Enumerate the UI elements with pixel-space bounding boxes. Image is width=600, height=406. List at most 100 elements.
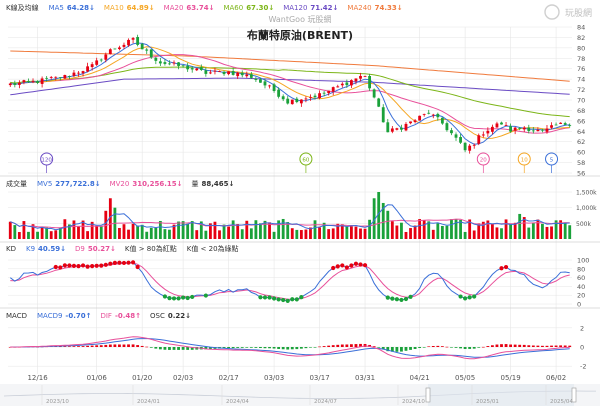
candle-body [454, 134, 458, 138]
osc-bar [418, 347, 422, 348]
osc-bar [227, 347, 231, 349]
volume-bar [363, 228, 367, 239]
kd-overbought-dot [353, 261, 359, 266]
osc-bar [304, 347, 308, 349]
date-tick-label: 04/21 [410, 374, 430, 382]
candle-body [354, 78, 358, 82]
candle-body [513, 127, 517, 131]
kd-overbought-dot [121, 260, 127, 266]
kd-overbought-dot [358, 262, 363, 267]
candle-body [113, 48, 117, 50]
candle-body [22, 80, 26, 83]
candle-body [550, 125, 553, 128]
osc-bar [77, 346, 80, 347]
osc-bar [531, 345, 535, 347]
volume-bar [40, 227, 44, 239]
osc-bar [490, 345, 494, 347]
legend-macd9-value: -0.70↑ [65, 312, 91, 320]
kd-overbought-dot [331, 265, 336, 271]
candle-body [249, 74, 253, 78]
volume-bar [459, 219, 462, 239]
osc-bar [90, 345, 94, 347]
osc-bar [541, 345, 544, 347]
candle-body [568, 125, 572, 126]
candle-body [195, 68, 199, 71]
volume-bar [254, 220, 258, 239]
legend-k9-value: 40.59↓ [38, 245, 66, 253]
event-marker-label: 60 [302, 157, 309, 163]
candle-body [486, 130, 490, 134]
ma10-line [10, 46, 570, 140]
osc-bar [563, 345, 567, 347]
legend-ma240-value: 74.33↓ [375, 4, 403, 12]
date-tick-label: 03/31 [355, 374, 375, 382]
osc-bar [249, 347, 253, 348]
volume-bar [95, 226, 99, 239]
candle-body [259, 79, 262, 83]
kd-tick-label: 0 [577, 301, 581, 309]
kd-oversold-dot [271, 296, 277, 301]
legend-k-label: K線及均線 [6, 3, 39, 12]
osc-bar [545, 345, 549, 347]
date-tick-label: 02/03 [173, 374, 193, 382]
osc-bar [400, 347, 403, 352]
volume-bar [513, 222, 517, 239]
candle-body [290, 99, 294, 105]
osc-bar [254, 347, 258, 348]
volume-bar [518, 213, 522, 239]
volume-bar [8, 221, 12, 239]
kd-oversold-dot [276, 297, 281, 302]
kd-overbought-dot [117, 260, 122, 265]
volume-bar [290, 228, 294, 239]
volume-bar [227, 226, 231, 239]
legend-ma120-value: 71.42↓ [310, 4, 338, 12]
candle-body [409, 121, 412, 124]
logo-text: 玩股網 [565, 7, 592, 19]
kd-oversold-dot [267, 295, 272, 300]
osc-bar [99, 345, 103, 347]
candle-body [272, 84, 276, 91]
candle-body [149, 49, 153, 58]
osc-bar [454, 347, 458, 348]
candle-body [263, 81, 267, 86]
legend-vma20-label: MV20 [110, 180, 130, 188]
osc-bar [431, 346, 435, 347]
volume-bar [281, 218, 285, 239]
candle-body [340, 83, 344, 86]
candle-body [445, 123, 449, 131]
time-navigator[interactable]: 2023/10 2024/01 2024/04 2024/07 2024/10 2025/… [0, 384, 600, 406]
osc-bar [259, 347, 262, 349]
candle-body [477, 135, 481, 144]
osc-bar [309, 347, 312, 348]
candle-body [413, 120, 417, 122]
volume-bar [36, 231, 39, 239]
volume-bar [445, 225, 449, 239]
osc-bar [354, 344, 358, 347]
volume-bar [190, 221, 194, 239]
volume-bar [418, 219, 422, 239]
kd-oversold-dot [171, 296, 177, 301]
candle-body [268, 85, 271, 87]
osc-bar [104, 344, 108, 347]
navigator-handle-left[interactable] [425, 387, 431, 403]
candle-body [45, 77, 49, 79]
candle-body [40, 78, 44, 84]
logo-icon [544, 4, 560, 20]
date-tick-label: 06/02 [546, 374, 566, 382]
event-marker-label: 5 [550, 157, 554, 163]
candle-body [563, 123, 567, 125]
kd-oversold-dot [408, 294, 413, 299]
volume-bar [86, 231, 90, 239]
legend-ma10-label: MA10 [104, 4, 124, 12]
candle-body [372, 89, 376, 98]
candle-body [86, 66, 90, 72]
kd-overbought-dot [135, 264, 140, 270]
osc-bar [463, 347, 467, 350]
legend-dif-label: DIF [100, 312, 111, 320]
candle-body [118, 47, 121, 50]
candle-body [245, 74, 249, 77]
candle-body [541, 129, 544, 131]
macd-tick-label: 2 [580, 324, 584, 332]
candle-body [127, 39, 130, 46]
legend-vma5-value: 277,722.8↓ [55, 180, 100, 188]
